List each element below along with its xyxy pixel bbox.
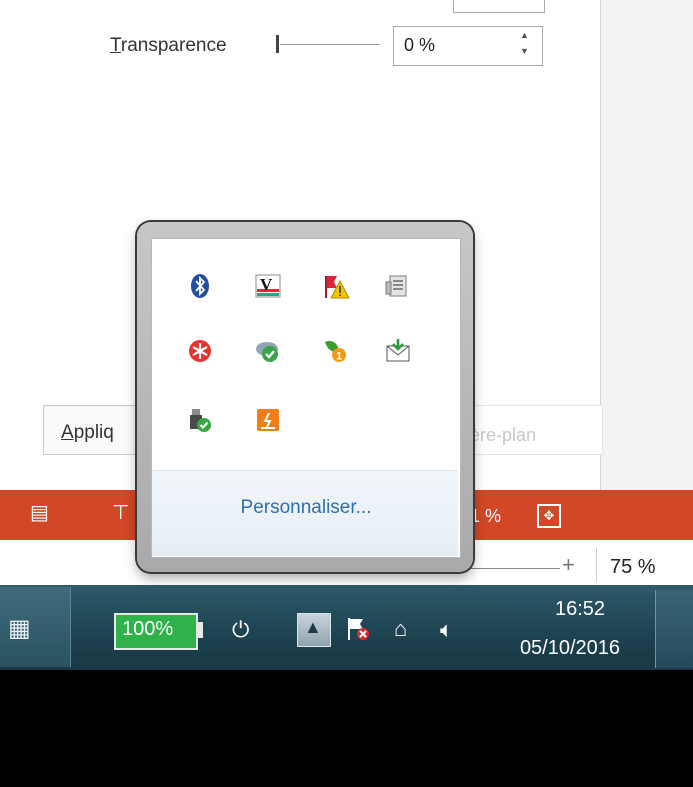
mail-icon[interactable] bbox=[384, 337, 412, 365]
chevron-up-icon: ▲ bbox=[304, 617, 322, 637]
transparency-value: 0 % bbox=[404, 35, 436, 55]
battery-level: 100% bbox=[122, 618, 174, 640]
volume-icon[interactable]: 🔈︎ bbox=[440, 617, 453, 643]
badge-one-icon[interactable]: 1 bbox=[322, 337, 350, 365]
app-grid-icon: ▦ bbox=[8, 615, 31, 642]
device-icon[interactable] bbox=[384, 272, 412, 300]
slideshow-icon[interactable]: ⊤ bbox=[112, 500, 129, 525]
cloud-check-icon[interactable] bbox=[254, 337, 282, 365]
apply-label-rest: ppliq bbox=[73, 422, 114, 443]
zoom-slider-track[interactable] bbox=[470, 568, 560, 569]
v-app-icon[interactable]: V bbox=[254, 272, 282, 300]
reading-view-icon[interactable]: ▤ bbox=[30, 500, 49, 525]
orange-app-icon[interactable] bbox=[254, 406, 282, 434]
transparency-slider-thumb[interactable] bbox=[276, 35, 279, 53]
clock-time[interactable]: 16:52 bbox=[540, 598, 620, 621]
transparency-label-rest: ransparence bbox=[120, 35, 227, 56]
pane-right-area bbox=[600, 0, 693, 490]
transparency-label: Transparence bbox=[110, 35, 227, 57]
top-input-edge bbox=[453, 0, 545, 13]
red-asterisk-icon[interactable] bbox=[186, 337, 214, 365]
usb-safe-icon[interactable] bbox=[186, 406, 214, 434]
zoom-divider bbox=[596, 548, 597, 582]
screen-bottom bbox=[0, 670, 693, 787]
transparency-slider-track[interactable] bbox=[280, 44, 380, 45]
show-desktop-button[interactable] bbox=[655, 590, 693, 668]
action-center-flag-icon[interactable] bbox=[345, 616, 371, 642]
network-icon[interactable]: ⌂ bbox=[394, 616, 407, 642]
transparency-accesskey: T bbox=[110, 35, 121, 56]
fit-slide-icon[interactable]: ✥ bbox=[537, 504, 561, 528]
power-plug-icon[interactable]: ⏻ bbox=[232, 617, 249, 643]
svg-text:V: V bbox=[260, 275, 273, 294]
zoom-in-button[interactable]: + bbox=[562, 552, 575, 578]
customize-link[interactable]: Personnaliser... bbox=[164, 497, 448, 519]
status-bar-right bbox=[600, 490, 693, 540]
spin-up-icon[interactable]: ▲ bbox=[520, 30, 530, 40]
zoom-value[interactable]: 75 % bbox=[610, 556, 656, 579]
background-label: ère-plan bbox=[470, 425, 537, 445]
zoom-percent-partial: 1 % bbox=[470, 506, 502, 526]
battery-tip bbox=[197, 622, 203, 638]
spin-down-icon[interactable]: ▼ bbox=[520, 46, 530, 56]
apply-button-label: Appliq bbox=[61, 422, 114, 444]
warning-flag-icon[interactable] bbox=[322, 272, 350, 300]
clock-date[interactable]: 05/10/2016 bbox=[505, 637, 635, 660]
svg-text:1: 1 bbox=[336, 351, 342, 363]
apply-accesskey: A bbox=[61, 422, 74, 443]
bluetooth-icon[interactable] bbox=[186, 272, 214, 300]
